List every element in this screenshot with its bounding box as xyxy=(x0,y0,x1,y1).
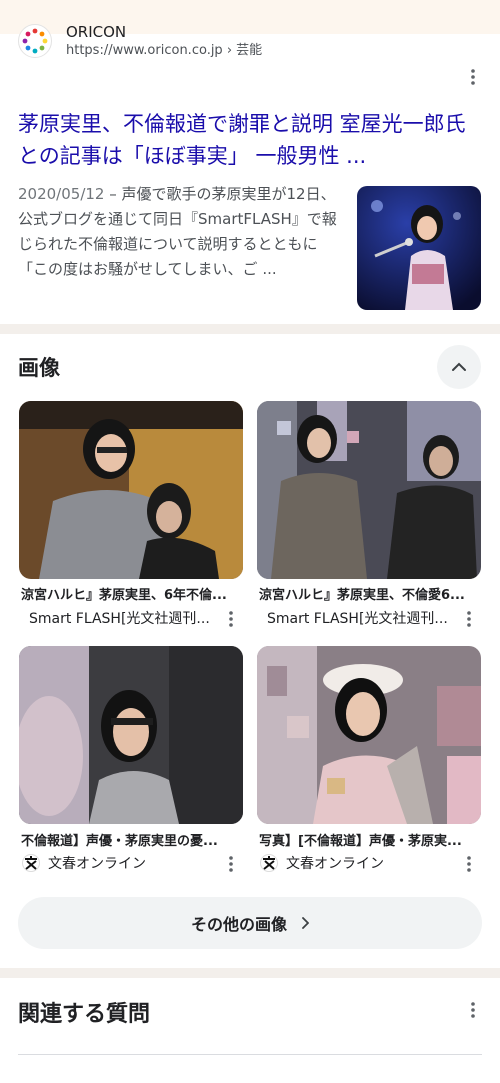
result-more-options-icon[interactable] xyxy=(463,67,483,87)
related-questions-more-options-icon[interactable] xyxy=(463,1000,483,1020)
image-result-2[interactable] xyxy=(257,401,481,579)
images-section-title: 画像 xyxy=(18,356,60,380)
image-source-1[interactable]: Smart FLASH[光文社週刊... xyxy=(29,608,210,628)
image-caption-3[interactable]: 不倫報道】声優・茅原実里の憂... xyxy=(21,830,241,849)
chevron-up-icon xyxy=(452,362,466,371)
section-gap xyxy=(0,324,500,334)
result-date: 2020/05/12 xyxy=(18,185,105,203)
image-4-more-options-icon[interactable] xyxy=(459,854,479,874)
image-1-more-options-icon[interactable] xyxy=(221,609,241,629)
more-images-label: その他の画像 xyxy=(190,915,287,934)
image-result-4[interactable] xyxy=(257,646,481,824)
image-3-more-options-icon[interactable] xyxy=(221,854,241,874)
more-images-button[interactable]: その他の画像 xyxy=(18,897,482,949)
result-snippet: 2020/05/12 – 声優で歌手の茅原実里が12日、公式ブログを通じて同日『… xyxy=(18,182,344,282)
image-caption-4[interactable]: 写真】[不倫報道】声優・茅原実... xyxy=(259,830,479,849)
bunshun-logo-icon xyxy=(260,854,278,872)
image-source-4[interactable]: 文春オンライン xyxy=(286,853,384,873)
related-questions-section: 関連する質問 xyxy=(0,978,500,1083)
image-result-3[interactable] xyxy=(19,646,243,824)
chevron-right-icon xyxy=(301,914,310,933)
related-questions-title: 関連する質問 xyxy=(18,1002,151,1027)
bunshun-logo-icon xyxy=(22,854,40,872)
result-source-row[interactable]: ORICON https://www.oricon.co.jp › 芸能 xyxy=(18,22,262,60)
image-result-1[interactable] xyxy=(19,401,243,579)
result-thumbnail[interactable] xyxy=(357,186,481,310)
image-caption-1[interactable]: 涼宮ハルヒ』茅原実里、6年不倫... xyxy=(21,584,241,603)
divider xyxy=(18,1054,482,1055)
image-caption-2[interactable]: 涼宮ハルヒ』茅原実里、不倫愛6... xyxy=(259,584,479,603)
image-source-2[interactable]: Smart FLASH[光文社週刊... xyxy=(267,608,448,628)
oricon-favicon-icon xyxy=(18,24,52,58)
collapse-images-button[interactable] xyxy=(437,345,481,389)
image-source-3[interactable]: 文春オンライン xyxy=(48,853,146,873)
result-source-name: ORICON xyxy=(66,23,127,41)
section-gap xyxy=(0,968,500,978)
result-source-url: https://www.oricon.co.jp › 芸能 xyxy=(66,43,263,58)
result-title-link[interactable]: 茅原実里、不倫報道で謝罪と説明 室屋光一郎氏との記事は「ほぼ事実」 一般男性 .… xyxy=(18,108,484,172)
image-2-more-options-icon[interactable] xyxy=(459,609,479,629)
